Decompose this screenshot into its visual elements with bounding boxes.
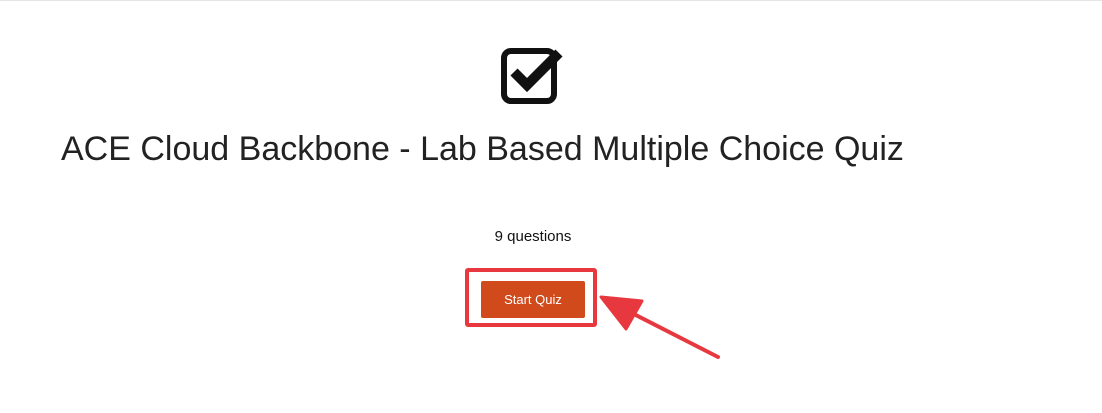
question-count: 9 questions	[494, 228, 572, 245]
start-quiz-button[interactable]: Start Quiz	[481, 281, 585, 318]
top-divider	[0, 0, 1102, 1]
quiz-title: ACE Cloud Backbone - Lab Based Multiple …	[61, 130, 904, 168]
check-square-icon	[500, 45, 566, 105]
annotation-arrow-icon	[590, 285, 730, 365]
